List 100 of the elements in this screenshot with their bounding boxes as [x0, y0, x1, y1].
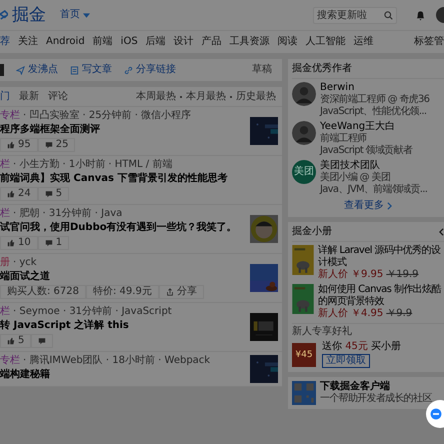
like-button[interactable]: 24: [0, 187, 38, 201]
new-price: ￥9.95: [351, 269, 384, 281]
author-bio: 前端工程师: [320, 133, 368, 145]
category-tab[interactable]: 前端: [92, 36, 113, 48]
buyers-count: 购买人数: 6728: [0, 285, 86, 299]
claim-button[interactable]: 立即领取: [322, 354, 370, 368]
comment-icon: [44, 190, 53, 198]
like-button[interactable]: 95: [0, 138, 38, 152]
card-title: 掘金优秀作者: [292, 63, 444, 79]
category-tag: 栏: [0, 306, 10, 318]
logo-icon: [0, 9, 8, 21]
chevron-right-icon: [387, 202, 392, 210]
site-logo[interactable]: 掘金: [12, 5, 46, 25]
category-tab[interactable]: 设计: [174, 36, 194, 48]
tag-manage-link[interactable]: 标签管: [414, 36, 444, 48]
bell-icon[interactable]: [415, 10, 426, 20]
range-link[interactable]: 本月最热: [186, 90, 226, 102]
category-tab[interactable]: 产品: [202, 36, 222, 48]
entry-meta: · 凹凸实验室 · 25分钟前 · 微信小程序: [23, 110, 192, 122]
search-field[interactable]: 搜索更新啦: [313, 6, 397, 24]
price-label: 新人价: [318, 308, 348, 320]
author-avatar[interactable]: [292, 82, 316, 106]
thumbs-up-icon: [7, 141, 15, 149]
thumbs-up-icon: [7, 337, 15, 345]
author-bio: 美团小编 @ 美团: [320, 172, 392, 184]
comment-button[interactable]: 25: [38, 138, 76, 152]
author-name[interactable]: 美团技术团队: [320, 160, 428, 172]
search-icon: [384, 10, 393, 20]
category-tab[interactable]: 阅读: [278, 36, 298, 48]
author-avatar[interactable]: [292, 121, 316, 145]
nav-menu[interactable]: 首页: [60, 9, 90, 21]
entry-meta: · 腾讯IMWeb团队 · 18小时前 · Webpack: [23, 355, 210, 367]
category-tab[interactable]: 荐: [0, 36, 10, 48]
like-button[interactable]: 10: [0, 236, 38, 250]
feed-tab[interactable]: 最新: [19, 90, 39, 102]
book-price: 特价: 49.9元: [86, 285, 159, 299]
send-icon: [16, 66, 25, 74]
like-button[interactable]: 5: [0, 334, 32, 348]
comment-button[interactable]: 5: [38, 187, 70, 201]
comment-button[interactable]: 1: [38, 236, 70, 250]
author-bio: JavaScript 领域贡献者: [320, 145, 412, 157]
composer-action[interactable]: 分享链接: [124, 64, 176, 76]
range-link[interactable]: 本周最热: [136, 90, 176, 102]
download-title: 下载掘金客户端: [320, 381, 391, 392]
category-tab[interactable]: iOS: [120, 36, 138, 48]
entry-title[interactable]: 试官问我，使用Dubbo有没有遇到一些坑？我笑了。: [0, 222, 246, 234]
thumbs-up-icon: [7, 239, 15, 247]
category-tab[interactable]: 后端: [146, 36, 166, 48]
entry-title[interactable]: 转 JavaScript 之详解 this: [0, 320, 246, 332]
comment-icon: [44, 239, 53, 247]
range-link[interactable]: 历史最热: [236, 90, 276, 102]
entry-meta: · yck: [13, 257, 37, 269]
gift-text: 送你 45元 买小册: [322, 341, 402, 353]
original-price: ￥9.9: [386, 308, 412, 320]
entry-title[interactable]: 前端词典】实现 Canvas 下雪背景引发的性能思考: [0, 173, 278, 185]
drafts-link[interactable]: 草稿: [252, 64, 272, 76]
category-tab[interactable]: Android: [46, 36, 85, 48]
author-bio: 资深前端工程师 @ 奇虎36: [320, 94, 430, 106]
category-tab[interactable]: 工具资源: [230, 36, 270, 48]
chevron-left-icon[interactable]: [439, 228, 444, 236]
entry-meta: · 肥朝 · 31分钟前 · Java: [13, 208, 122, 220]
gift-title: 新人专享好礼: [292, 323, 444, 338]
download-subtitle: 一个帮助开发者成长的社区: [320, 393, 432, 405]
coupon-icon: ¥45: [292, 342, 316, 366]
new-price: ￥4.95: [351, 308, 384, 320]
composer-action[interactable]: 发沸点: [16, 64, 58, 76]
category-tag: 栏: [0, 159, 10, 171]
book-title[interactable]: 如何使用 Canvas 制作出炫酷的网页背景特效: [318, 284, 444, 308]
book-title[interactable]: 详解 Laravel 源码中优秀的设计模式: [318, 245, 444, 269]
author-bio: JavaScript、性能优化领...: [320, 106, 428, 118]
link-icon: [124, 66, 133, 74]
card-title: 掘金小册: [292, 226, 332, 238]
comment-button[interactable]: [31, 334, 54, 348]
entry-title[interactable]: 程序多端框架全面测评: [0, 124, 246, 136]
category-tag: 册: [0, 257, 10, 269]
document-icon: [70, 66, 79, 74]
comment-icon: [44, 141, 53, 149]
team-logo[interactable]: 美团: [292, 160, 316, 184]
author-name[interactable]: YeeWang王大白: [320, 121, 412, 133]
feed-tab[interactable]: 门: [0, 90, 10, 102]
category-tag: 专栏: [0, 110, 20, 122]
qr-code-icon: [292, 381, 316, 405]
original-price: ￥19.9: [386, 269, 419, 281]
composer-action[interactable]: 写文章: [70, 64, 112, 76]
entry-title[interactable]: 端构建秘籍: [0, 369, 246, 381]
share-button[interactable]: 分享: [158, 285, 204, 299]
feed-tab[interactable]: 评论: [48, 90, 68, 102]
author-name[interactable]: Berwin: [320, 82, 430, 94]
thumbs-up-icon: [7, 190, 15, 198]
category-tab[interactable]: 关注: [18, 36, 38, 48]
view-more-link[interactable]: 查看更多: [292, 199, 444, 213]
entry-title[interactable]: 端面试之道: [0, 271, 246, 283]
category-tab[interactable]: 人工智能: [306, 36, 346, 48]
price-label: 新人价: [318, 269, 348, 281]
chat-icon: [430, 408, 442, 420]
caret-icon: [83, 12, 90, 18]
category-tag: 专栏: [0, 355, 20, 367]
comment-icon: [38, 337, 46, 345]
entry-meta: · Seymoe · 31分钟前 · JavaScript: [13, 306, 172, 318]
category-tab[interactable]: 运维: [354, 36, 374, 48]
